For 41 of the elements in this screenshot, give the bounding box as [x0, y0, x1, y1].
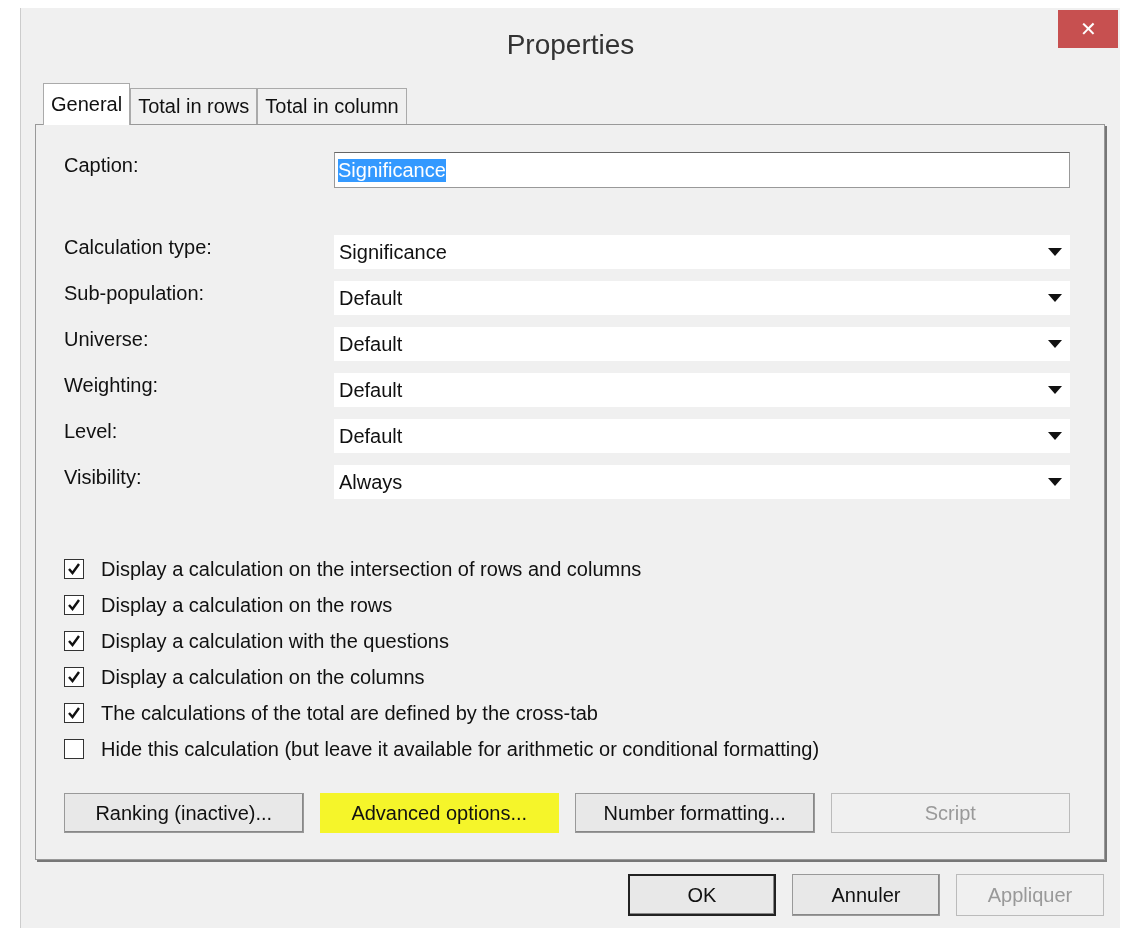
- caret-icon: [1048, 432, 1062, 440]
- checkbox-label: Display a calculation on the columns: [101, 665, 425, 689]
- checkbox[interactable]: [64, 595, 84, 615]
- checkbox-label: Display a calculation with the questions: [101, 629, 449, 653]
- dropdown[interactable]: Always: [334, 465, 1070, 499]
- field-label: Calculation type:: [64, 235, 213, 259]
- field-label: Weighting:: [64, 373, 160, 397]
- dropdown[interactable]: Default: [334, 373, 1070, 407]
- tab[interactable]: Total in column: [257, 88, 407, 124]
- caret-icon: [1048, 386, 1062, 394]
- button[interactable]: OK: [628, 874, 776, 916]
- checkbox-label: The calculations of the total are defined by the cross-tab: [101, 701, 598, 725]
- button[interactable]: Advanced options...: [319, 793, 559, 833]
- checkbox-label: Display a calculation on the intersection of rows and columns: [101, 557, 642, 581]
- tab[interactable]: Total in rows: [130, 88, 258, 124]
- field-label: Visibility:: [64, 465, 143, 489]
- button[interactable]: Number formatting...: [575, 793, 815, 833]
- caret-icon: [1048, 294, 1062, 302]
- checkbox[interactable]: [64, 667, 84, 687]
- checkbox[interactable]: [64, 739, 84, 759]
- caret-icon: [1048, 478, 1062, 486]
- dropdown[interactable]: Default: [334, 419, 1070, 453]
- checkbox[interactable]: [64, 559, 84, 579]
- button[interactable]: Annuler: [792, 874, 940, 916]
- dropdown[interactable]: Default: [334, 281, 1070, 315]
- dropdown[interactable]: Default: [334, 327, 1070, 361]
- checkbox[interactable]: [64, 631, 84, 651]
- tab[interactable]: General: [43, 83, 131, 125]
- field-label: Universe:: [64, 327, 150, 351]
- caret-icon: [1048, 340, 1062, 348]
- field-label: Level:: [64, 419, 119, 443]
- button[interactable]: Ranking (inactive)...: [64, 793, 304, 833]
- window-title: Properties: [506, 29, 635, 61]
- close-button[interactable]: ✕: [1058, 10, 1118, 48]
- checkbox-label: Display a calculation on the rows: [101, 593, 393, 617]
- checkbox[interactable]: [64, 703, 84, 723]
- field-label: Sub-population:: [64, 281, 206, 305]
- field-label: Caption:: [64, 153, 140, 177]
- dropdown[interactable]: Significance: [334, 235, 1070, 269]
- caret-icon: [1048, 248, 1062, 256]
- checkbox-label: Hide this calculation (but leave it available for arithmetic or conditional formatting): [101, 737, 820, 761]
